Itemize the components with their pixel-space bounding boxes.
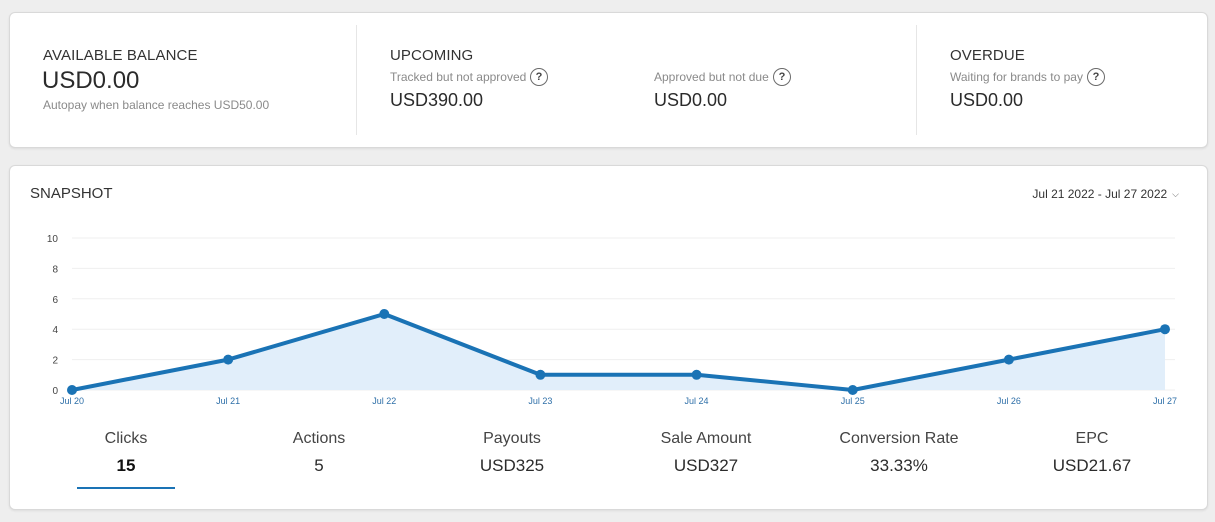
metric-tab-clicks[interactable]: Clicks 15 [46, 430, 206, 476]
metric-tab-epc[interactable]: EPC USD21.67 [1012, 430, 1172, 476]
data-point[interactable] [223, 354, 234, 365]
series-area [72, 314, 1165, 390]
y-tick-label: 6 [52, 295, 58, 306]
x-tick-label: Jul 20 [60, 396, 84, 406]
waiting-amount: USD0.00 [950, 90, 1024, 110]
tracked-help-icon[interactable]: ? [530, 68, 548, 86]
data-point[interactable] [1003, 354, 1014, 365]
metric-value: 15 [116, 456, 136, 475]
data-point[interactable] [67, 385, 77, 395]
y-tick-label: 2 [52, 356, 58, 367]
overdue-title: OVERDUE [950, 47, 1025, 64]
clicks-chart: 0246810 Jul 20 Jul 21 Jul 22 Jul 23 Jul 24 Ju… [47, 234, 1177, 406]
data-point[interactable] [379, 309, 390, 319]
metric-tab-sale-amount[interactable]: Sale Amount USD327 [626, 430, 786, 476]
snapshot-card: SNAPSHOT Jul 21 2022 - Jul 27 2022 ⌵ 0 2 4 6… [9, 165, 1208, 510]
balance-summary-card: AVAILABLE BALANCE USD0.00 Autopay when b… [9, 12, 1208, 148]
metric-tab-actions[interactable]: Actions 5 [239, 430, 399, 476]
waiting-label: Waiting for brands to pay [950, 70, 1083, 84]
metric-value: USD327 [673, 456, 739, 475]
available-balance-title: AVAILABLE BALANCE [43, 47, 198, 64]
approved-amount: USD0.00 [654, 90, 728, 110]
tracked-label: Tracked but not approved [390, 70, 527, 84]
y-tick-label: 8 [52, 264, 58, 275]
y-tick-label: 4 [52, 325, 58, 336]
x-tick-label: Jul 26 [997, 396, 1021, 406]
autopay-note: Autopay when balance reaches USD50.00 [43, 98, 270, 112]
chevron-down-icon: ⌵ [1172, 189, 1179, 199]
y-axis-ticks: 0 2 4 6 8 10 [47, 234, 59, 397]
metric-value: USD325 [479, 456, 545, 475]
date-range-picker[interactable]: Jul 21 2022 - Jul 27 2022 ⌵ [1032, 187, 1179, 201]
y-tick-label: 10 [47, 234, 59, 245]
section-divider [356, 25, 357, 135]
waiting-help-icon[interactable]: ? [1087, 68, 1105, 86]
metric-label: Clicks [104, 430, 148, 447]
snapshot-title: SNAPSHOT [30, 185, 113, 202]
data-point[interactable] [691, 369, 702, 380]
x-tick-label: Jul 27 [1153, 396, 1177, 406]
metric-label: Actions [292, 430, 346, 447]
x-tick-label: Jul 25 [841, 396, 865, 406]
approved-help-icon[interactable]: ? [773, 68, 791, 86]
metric-label: Payouts [483, 430, 541, 447]
metric-value: 5 [314, 456, 324, 475]
tracked-amount: USD390.00 [390, 90, 484, 110]
data-point[interactable] [847, 385, 858, 395]
x-tick-label: Jul 24 [685, 396, 709, 406]
x-axis-ticks: Jul 20 Jul 21 Jul 22 Jul 23 Jul 24 Jul 25 Jul … [60, 396, 1177, 406]
x-tick-label: Jul 23 [528, 396, 552, 406]
y-tick-label: 0 [52, 386, 58, 397]
active-metric-underline [77, 487, 175, 489]
section-divider [916, 25, 917, 135]
metric-label: Conversion Rate [839, 430, 959, 447]
approved-label: Approved but not due [654, 70, 769, 84]
metric-value: 33.33% [870, 456, 928, 475]
metric-tab-conversion-rate[interactable]: Conversion Rate 33.33% [819, 430, 979, 476]
x-tick-label: Jul 21 [216, 396, 240, 406]
data-point[interactable] [535, 369, 546, 380]
metric-label: Sale Amount [660, 430, 752, 447]
metric-value: USD21.67 [1052, 456, 1132, 475]
clicks-series [67, 309, 1170, 395]
metric-tab-payouts[interactable]: Payouts USD325 [432, 430, 592, 476]
metric-label: EPC [1075, 430, 1109, 447]
data-point[interactable] [1160, 324, 1170, 335]
x-tick-label: Jul 22 [372, 396, 396, 406]
available-balance-amount: USD0.00 [42, 67, 140, 94]
date-range-label: Jul 21 2022 - Jul 27 2022 [1032, 187, 1168, 201]
upcoming-title: UPCOMING [390, 47, 474, 64]
